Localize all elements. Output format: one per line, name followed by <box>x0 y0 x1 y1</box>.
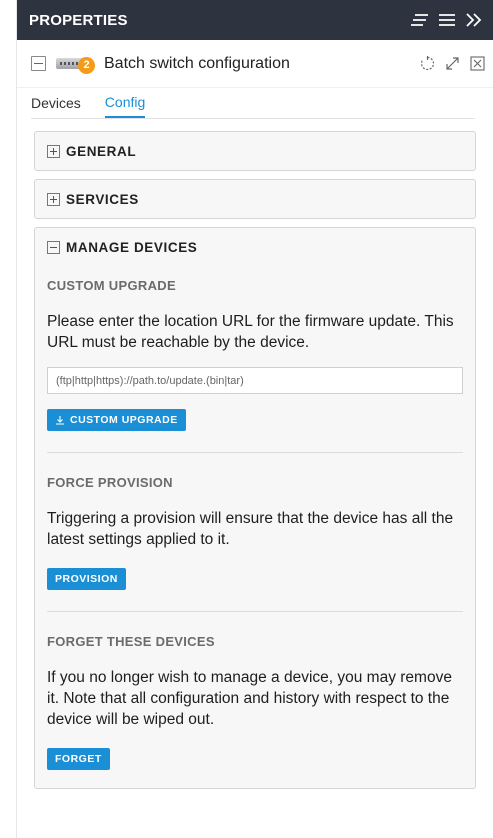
panel-title: PROPERTIES <box>29 11 128 29</box>
properties-panel: PROPERTIES 2 Batch switch configuration <box>16 0 493 838</box>
forget-button-label: FORGET <box>55 753 102 765</box>
expand-icon[interactable] <box>444 56 460 72</box>
tab-devices[interactable]: Devices <box>31 95 81 118</box>
refresh-icon[interactable] <box>419 56 435 72</box>
force-provision-description: Triggering a provision will ensure that … <box>47 510 454 548</box>
close-icon[interactable] <box>469 56 485 72</box>
divider <box>47 611 463 612</box>
custom-upgrade-button-label: CUSTOM UPGRADE <box>70 414 178 426</box>
collapse-panel-icon[interactable] <box>465 11 483 29</box>
menu-icon[interactable] <box>438 11 456 29</box>
properties-header: PROPERTIES <box>17 0 493 40</box>
custom-upgrade-button[interactable]: CUSTOM UPGRADE <box>47 409 186 431</box>
config-sections: GENERAL SERVICES MANAGE DEVICES CUSTOM U… <box>17 119 493 789</box>
device-count-badge: 2 <box>78 56 95 74</box>
expand-plus-icon <box>47 192 60 206</box>
section-services-header[interactable]: SERVICES <box>35 180 475 218</box>
collapse-minus-icon <box>47 240 60 254</box>
section-general-header[interactable]: GENERAL <box>35 132 475 170</box>
firmware-url-input[interactable] <box>47 367 463 394</box>
custom-upgrade-group: CUSTOM UPGRADE Please enter the location… <box>35 278 475 770</box>
section-manage-label: MANAGE DEVICES <box>66 239 198 255</box>
switch-device-icon: 2 <box>56 54 95 74</box>
collapse-toggle-icon[interactable] <box>31 56 46 71</box>
forget-button[interactable]: FORGET <box>47 748 110 770</box>
force-provision-title: FORCE PROVISION <box>47 475 173 490</box>
device-title: Batch switch configuration <box>104 54 290 72</box>
tab-config[interactable]: Config <box>104 94 146 118</box>
section-services: SERVICES <box>34 179 476 219</box>
forget-title: FORGET THESE DEVICES <box>47 634 215 649</box>
forget-description: If you no longer wish to manage a device… <box>47 669 452 728</box>
header-icons <box>411 11 483 29</box>
provision-button[interactable]: PROVISION <box>47 568 126 590</box>
download-icon <box>56 416 64 425</box>
device-actions <box>419 56 485 72</box>
provision-button-label: PROVISION <box>55 573 118 585</box>
section-general: GENERAL <box>34 131 476 171</box>
device-title-row: 2 Batch switch configuration <box>17 40 493 88</box>
section-manage-devices: MANAGE DEVICES CUSTOM UPGRADE Please ent… <box>34 227 476 789</box>
section-services-label: SERVICES <box>66 191 139 207</box>
tab-bar: Devices Config <box>31 88 475 119</box>
section-manage-header[interactable]: MANAGE DEVICES <box>35 228 475 266</box>
custom-upgrade-title: CUSTOM UPGRADE <box>47 278 176 293</box>
expand-plus-icon <box>47 144 60 158</box>
sort-lines-icon[interactable] <box>411 11 429 29</box>
custom-upgrade-description: Please enter the location URL for the fi… <box>47 313 454 351</box>
divider <box>47 452 463 453</box>
section-general-label: GENERAL <box>66 143 137 159</box>
